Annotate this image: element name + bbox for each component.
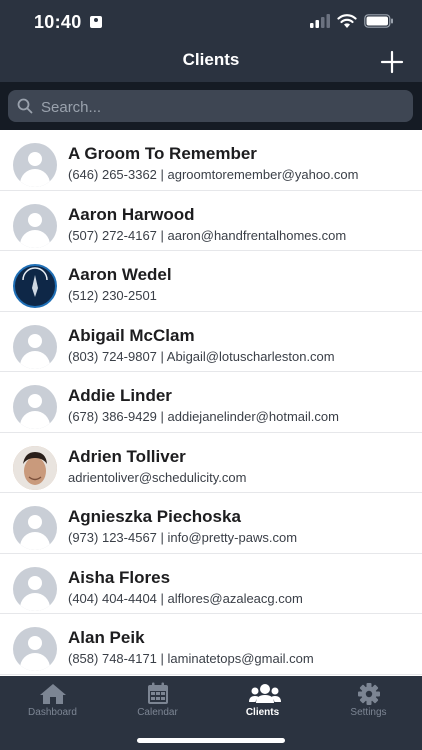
search-field[interactable] <box>8 90 413 124</box>
tab-calendar[interactable]: Calendar <box>105 676 210 726</box>
logo-image <box>22 267 48 297</box>
client-row[interactable]: Adrien Tolliver adrientoliver@schedulici… <box>0 433 422 493</box>
wifi-icon <box>337 14 357 28</box>
avatar-placeholder <box>13 385 57 429</box>
tab-label: Clients <box>245 707 280 718</box>
search-bar-container <box>0 82 422 130</box>
navigation-bar: Clients <box>0 44 422 82</box>
client-name: Aaron Wedel <box>68 265 172 284</box>
avatar-placeholder <box>13 203 57 248</box>
signal-icon <box>310 14 330 28</box>
client-contact: (512) 230-2501 <box>68 288 157 303</box>
client-row[interactable]: Agnieszka Piechoska (973) 123-4567 | inf… <box>0 493 422 554</box>
avatar-photo <box>13 445 57 490</box>
client-name: Aisha Flores <box>68 567 171 587</box>
clients-list: A Groom To Remember (646) 265-3362 | agr… <box>0 130 422 676</box>
client-row[interactable]: Aisha Flores (404) 404-4404 | alflores@a… <box>0 554 422 614</box>
client-row[interactable]: Addie Linder (678) 386-9429 | addiejanel… <box>0 372 422 433</box>
search-icon <box>17 98 33 114</box>
tab-label: Dashboard <box>28 707 77 718</box>
avatar-placeholder <box>13 566 57 611</box>
client-contact: (404) 404-4404 | alflores@azaleacg.com <box>68 590 303 606</box>
client-name: A Groom To Remember <box>68 144 257 163</box>
client-contact: (973) 123-4567 | info@pretty-paws.com <box>68 530 298 545</box>
avatar-placeholder <box>13 143 57 187</box>
tab-label: Calendar <box>137 707 178 718</box>
status-time: 10:40 <box>34 12 82 32</box>
client-name: Alan Peik <box>68 628 145 647</box>
client-name: Aaron Harwood <box>68 204 195 224</box>
client-contact: (803) 724-9807 | Abigail@lotuscharleston… <box>68 348 335 364</box>
client-name: Adrien Tolliver <box>68 446 186 466</box>
page-title: Clients <box>182 50 240 69</box>
avatar-placeholder <box>13 627 57 671</box>
portrait-image <box>13 445 57 490</box>
client-name: Agnieszka Piechoska <box>68 507 241 526</box>
client-row[interactable]: A Groom To Remember (646) 265-3362 | agr… <box>0 130 422 191</box>
avatar-placeholder <box>13 324 57 369</box>
contact-card-icon <box>90 16 102 28</box>
client-name: Addie Linder <box>68 386 172 405</box>
add-client-button[interactable] <box>378 48 406 76</box>
calendar-icon <box>148 682 168 704</box>
client-row[interactable]: Abigail McClam (803) 724-9807 | Abigail@… <box>0 312 422 372</box>
status-bar: 10:40 <box>0 0 422 44</box>
client-contact: (858) 748-4171 | laminatetops@gmail.com <box>68 651 314 666</box>
tab-dashboard[interactable]: Dashboard <box>0 676 105 726</box>
avatar-logo <box>13 264 57 308</box>
search-input[interactable] <box>39 90 403 124</box>
client-contact: (646) 265-3362 | agroomtoremember@yahoo.… <box>68 167 359 182</box>
client-row[interactable]: Aaron Wedel (512) 230-2501 <box>0 251 422 312</box>
gear-icon <box>358 683 380 705</box>
client-contact: (678) 386-9429 | addiejanelinder@hotmail… <box>68 409 339 424</box>
client-contact: adrientoliver@schedulicity.com <box>68 469 247 485</box>
client-contact: (507) 272-4167 | aaron@handfrentalhomes.… <box>68 227 347 243</box>
battery-icon <box>364 14 393 28</box>
tab-label: Settings <box>350 707 387 718</box>
tab-clients[interactable]: Clients <box>210 676 315 726</box>
client-row[interactable]: Alan Peik (858) 748-4171 | laminatetops@… <box>0 614 422 675</box>
client-name: Abigail McClam <box>68 325 195 345</box>
home-icon <box>40 684 66 704</box>
users-icon <box>249 684 281 703</box>
tab-settings[interactable]: Settings <box>316 676 421 726</box>
client-row[interactable]: Aaron Harwood (507) 272-4167 | aaron@han… <box>0 191 422 251</box>
avatar-placeholder <box>13 506 57 550</box>
home-indicator <box>137 738 285 743</box>
